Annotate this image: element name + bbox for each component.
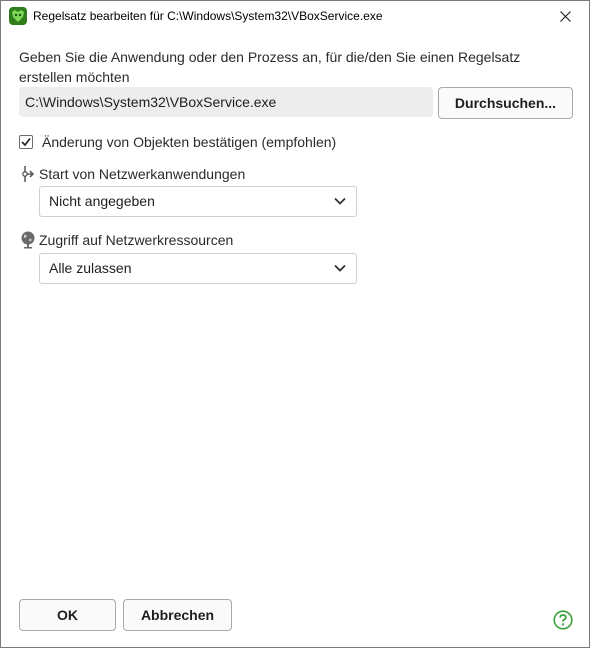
close-button[interactable] <box>543 1 589 32</box>
title-bar[interactable]: Regelsatz bearbeiten für C:\Windows\Syst… <box>1 1 589 32</box>
window-title: Regelsatz bearbeiten für C:\Windows\Syst… <box>33 9 383 23</box>
globe-icon <box>20 231 36 249</box>
chevron-down-icon <box>334 264 346 272</box>
application-path-field[interactable]: C:\Windows\System32\VBoxService.exe <box>19 87 433 117</box>
browse-button[interactable]: Durchsuchen... <box>438 87 573 119</box>
network-apps-select[interactable]: Nicht angegeben <box>39 186 357 217</box>
app-logo-icon <box>9 7 27 25</box>
network-resources-label: Zugriff auf Netzwerkressourcen <box>39 232 234 248</box>
help-icon[interactable] <box>553 610 573 630</box>
confirm-changes-checkbox[interactable] <box>19 135 33 149</box>
instruction-text: Geben Sie die Anwendung oder den Prozess… <box>19 49 521 85</box>
chevron-down-icon <box>334 197 346 205</box>
cancel-button[interactable]: Abbrechen <box>123 599 232 631</box>
ok-button[interactable]: OK <box>19 599 116 631</box>
close-icon <box>560 11 571 22</box>
network-apps-label: Start von Netzwerkanwendungen <box>39 166 246 182</box>
network-resources-selected-value: Alle zulassen <box>49 260 132 276</box>
network-resources-select[interactable]: Alle zulassen <box>39 253 357 284</box>
network-apps-selected-value: Nicht angegeben <box>49 193 155 209</box>
dialog-window: Regelsatz bearbeiten für C:\Windows\Syst… <box>0 0 590 648</box>
network-launch-icon <box>20 165 36 183</box>
checkmark-icon <box>21 138 31 147</box>
confirm-changes-label: Änderung von Objekten bestätigen (empfoh… <box>42 134 337 150</box>
